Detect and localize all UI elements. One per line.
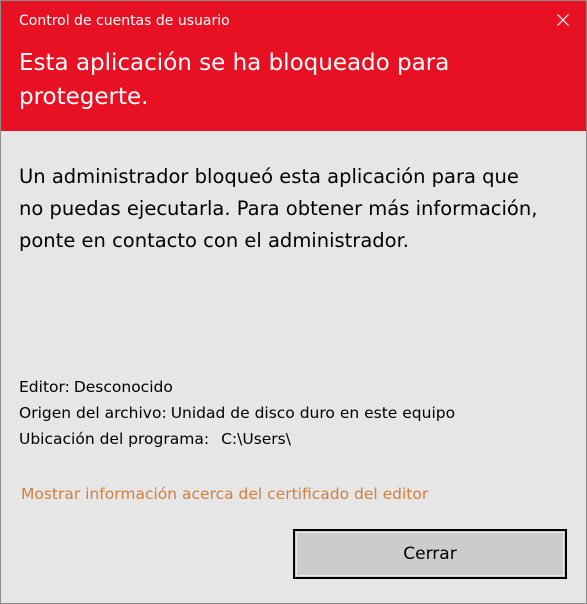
window-close-button[interactable] [540,1,586,39]
close-button[interactable]: Cerrar [293,529,567,579]
publisher-row: Editor: Desconocido [19,374,579,400]
program-location-value: C:\Users\ [221,430,291,448]
publisher-value: Desconocido [73,378,173,396]
blocked-heading: Esta aplicación se ha bloqueado para pro… [19,50,450,110]
show-certificate-link[interactable]: Mostrar información acerca del certifica… [21,481,428,507]
uac-dialog: Control de cuentas de usuario Esta aplic… [0,0,587,604]
app-details: Editor: Desconocido Origen del archivo: Un… [19,374,579,452]
file-origin-value: Unidad de disco duro en este equipo [170,404,456,422]
publisher-label: Editor: [19,378,70,396]
program-location-row: Ubicación del programa: C:\Users\ [19,426,579,452]
file-origin-label: Origen del archivo: [19,404,167,422]
file-origin-row: Origen del archivo: Unidad de disco duro … [19,400,579,426]
program-location-label: Ubicación del programa: [19,430,210,448]
close-icon [557,14,569,26]
close-button-label: Cerrar [296,532,564,576]
admin-message: Un administrador bloqueó esta aplicación… [19,165,538,252]
window-title: Control de cuentas de usuario [19,13,230,29]
dialog-header: Control de cuentas de usuario Esta aplic… [1,1,586,131]
